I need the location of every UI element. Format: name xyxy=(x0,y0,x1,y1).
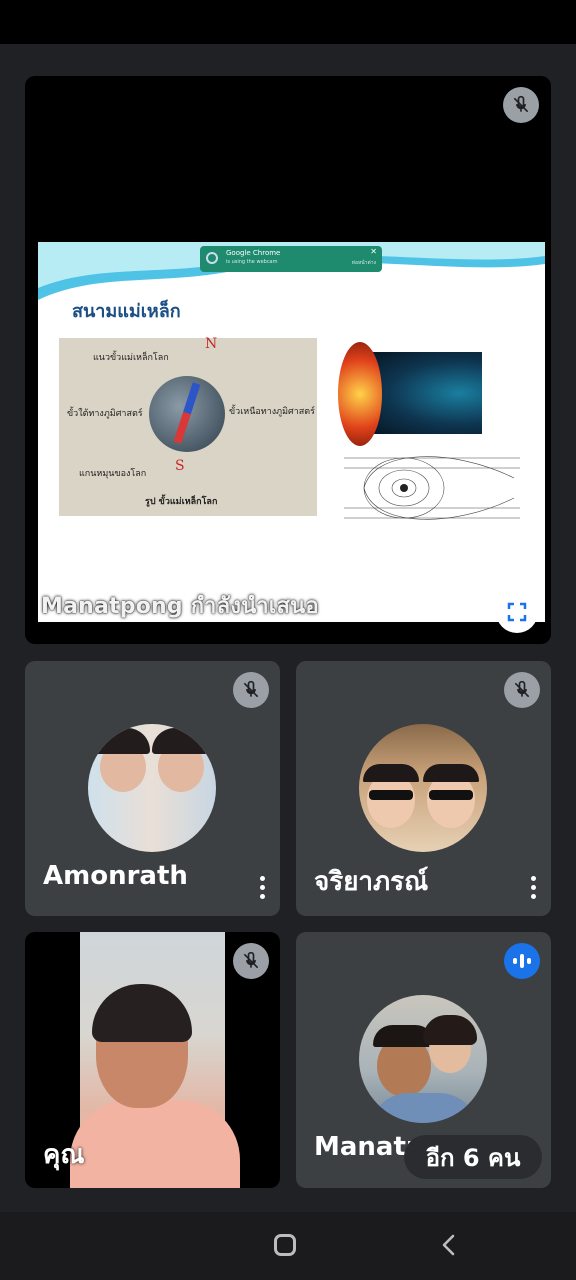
participant-tile-jariyaporn[interactable]: จริยาภรณ์ xyxy=(296,661,551,916)
label-geographic-north: ขั้วเหนือทางภูมิศาสตร์ xyxy=(229,407,315,417)
avatar xyxy=(359,995,487,1123)
chrome-webcam-notification: Google Chrome is using the webcam ห่อหน้… xyxy=(200,246,382,272)
earth-magnetic-pole-photo: แนวขั้วแม่เหล็กโลก ขั้วใต้ทางภูมิศาสตร์ … xyxy=(59,336,317,516)
slide-title: สนามแม่เหล็ก xyxy=(72,301,181,322)
avatar xyxy=(359,724,487,852)
video-shirt xyxy=(70,1100,240,1188)
mic-off-icon xyxy=(504,672,540,708)
photo-caption: รูป ขั้วแม่เหล็กโลก xyxy=(145,497,218,507)
camera-icon xyxy=(206,252,218,264)
more-participants-button[interactable]: อีก 6 คน xyxy=(404,1135,542,1179)
video-hair xyxy=(92,984,192,1042)
mic-off-icon xyxy=(503,87,539,123)
shared-slide: Google Chrome is using the webcam ห่อหน้… xyxy=(38,242,545,622)
participant-name: จริยาภรณ์ xyxy=(314,867,429,897)
self-video xyxy=(70,932,240,1188)
chrome-popup-title: Google Chrome xyxy=(226,249,281,257)
mic-off-icon xyxy=(233,672,269,708)
label-magnetic-axis: แนวขั้วแม่เหล็กโลก xyxy=(93,353,169,363)
participant-tile-amonrath[interactable]: Amonrath xyxy=(25,661,280,916)
solar-wind-image xyxy=(338,342,482,446)
mic-off-icon xyxy=(233,943,269,979)
home-button[interactable] xyxy=(274,1234,296,1256)
chrome-popup-subtitle: is using the webcam xyxy=(226,259,278,265)
status-bar xyxy=(0,0,576,44)
avatar xyxy=(88,724,216,852)
label-geographic-south: ขั้วใต้ทางภูมิศาสตร์ xyxy=(67,409,143,419)
speaking-indicator-icon xyxy=(504,943,540,979)
participant-name: Amonrath xyxy=(43,861,188,891)
magnetosphere-diagram xyxy=(344,456,520,520)
n-mark: N xyxy=(205,336,218,352)
sun-image xyxy=(338,342,382,446)
participant-tile-self[interactable]: คุณ xyxy=(25,932,280,1188)
navigation-bar xyxy=(0,1212,576,1280)
more-options-button[interactable] xyxy=(260,876,266,903)
back-icon[interactable] xyxy=(436,1232,462,1258)
close-icon: ✕ xyxy=(370,247,377,256)
more-options-button[interactable] xyxy=(531,876,537,903)
chrome-popup-action: ห่อหน้าต่าง xyxy=(351,260,376,266)
s-mark: S xyxy=(175,458,185,474)
label-rotation-axis: แกนหมุนของโลก xyxy=(79,469,147,479)
participant-name: คุณ xyxy=(43,1140,85,1170)
